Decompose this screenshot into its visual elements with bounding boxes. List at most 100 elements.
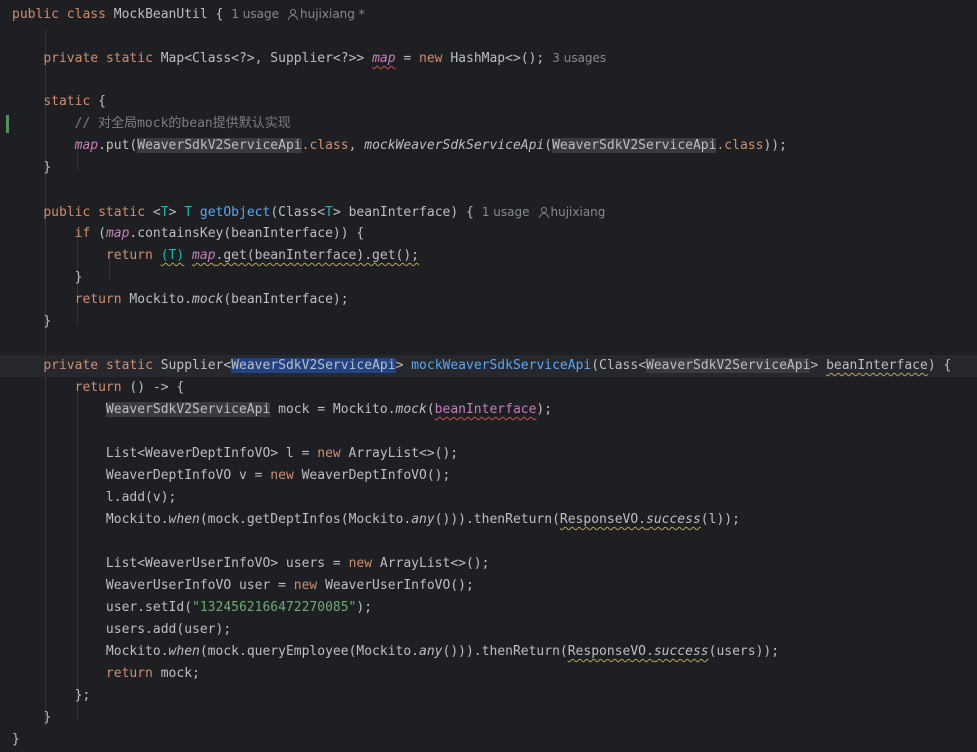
code-text: l.add(v); (105, 490, 177, 505)
code-text: ( (90, 226, 106, 241)
type-cast: (T) (160, 248, 185, 263)
selected-text[interactable]: WeaverSdkV2ServiceApi (231, 358, 396, 373)
author-name: hujixiang (550, 205, 606, 219)
keyword: static (105, 358, 153, 373)
code-line[interactable]: List<WeaverDeptInfoVO> l = new ArrayList… (12, 443, 458, 465)
code-text: WeaverUserInfoVO(); (317, 578, 474, 593)
code-line[interactable]: WeaverSdkV2ServiceApi mock = Mockito.moc… (12, 399, 552, 421)
code-line[interactable]: } (12, 157, 51, 179)
keyword: new (419, 51, 443, 66)
usages-hint[interactable]: 1 usage (482, 205, 530, 219)
class-ref: ResponseVO. (559, 512, 646, 527)
code-line[interactable]: } (12, 267, 83, 289)
code-line[interactable]: private static Map<Class<?>, Supplier<?>… (12, 47, 606, 69)
code-line[interactable]: } (12, 729, 20, 751)
code-text: ( (544, 138, 553, 153)
code-text: ArrayList<>(); (372, 556, 490, 571)
code-line[interactable]: return (T) map.get(beanInterface).get(); (12, 245, 419, 267)
person-icon (538, 207, 549, 218)
method-call: success (646, 512, 701, 527)
code-line[interactable]: Mockito.when(mock.getDeptInfos(Mockito.a… (12, 509, 740, 531)
highlighted-type: WeaverSdkV2ServiceApi (552, 138, 717, 153)
keyword: new (317, 446, 341, 461)
string-literal: "1324562166472270085" (192, 600, 357, 615)
code-text: List<WeaverUserInfoVO> users = (105, 556, 349, 571)
code-text: () -> { (121, 380, 185, 395)
vcs-change-marker[interactable] (6, 115, 9, 133)
code-line[interactable]: // 对全局mock的bean提供默认实现 (12, 113, 291, 135)
code-line[interactable]: List<WeaverUserInfoVO> users = new Array… (12, 553, 490, 575)
code-line[interactable]: public class MockBeanUtil {1 usage hujixi… (12, 3, 365, 25)
highlighted-type: WeaverSdkV2ServiceApi (105, 402, 271, 417)
code-text: )); (763, 138, 787, 153)
keyword: static (43, 94, 91, 109)
keyword: private (43, 51, 99, 66)
method-declaration: mockWeaverSdkServiceApi (411, 358, 592, 373)
code-editor[interactable]: public class MockBeanUtil {1 usage hujixi… (0, 0, 977, 752)
current-code-line[interactable]: private static Supplier<WeaverSdkV2Servi… (0, 355, 977, 377)
code-text: = (395, 51, 420, 66)
code-line[interactable]: return () -> { (12, 377, 185, 399)
author-hint[interactable]: hujixiang * (287, 7, 365, 21)
code-text: Mockito. (105, 512, 169, 527)
code-line[interactable]: public static <T> T getObject(Class<T> b… (12, 201, 605, 223)
keyword: new (348, 556, 373, 571)
code-text: ())).thenReturn( (434, 512, 560, 527)
method-call: any (411, 512, 435, 527)
code-line[interactable]: user.setId("1324562166472270085"); (12, 597, 372, 619)
code-line[interactable]: WeaverUserInfoVO user = new WeaverUserIn… (12, 575, 474, 597)
highlighted-type: WeaverSdkV2ServiceApi (646, 358, 811, 373)
keyword: public (12, 7, 59, 22)
code-text: ) { (927, 358, 952, 373)
code-text: (users)); (708, 644, 780, 659)
code-line[interactable]: map.put(WeaverSdkV2ServiceApi.class, moc… (12, 135, 787, 157)
code-text: .containsKey(beanInterface)) { (129, 226, 365, 241)
keyword: new (270, 468, 294, 483)
code-text: .get(beanInterface).get(); (215, 248, 420, 263)
code-text: , (348, 138, 365, 153)
usages-hint[interactable]: 1 usage (231, 7, 279, 21)
field-ref: map (105, 226, 130, 241)
keyword: static (105, 51, 153, 66)
author-name: hujixiang * (300, 7, 365, 21)
code-text: > beanInterface) { (332, 205, 474, 220)
author-hint[interactable]: hujixiang (538, 205, 606, 219)
code-text: user.setId( (105, 600, 193, 615)
keyword: .class (301, 138, 349, 153)
keyword: private (43, 358, 99, 373)
type-param: T (184, 205, 193, 220)
field-name: map (372, 51, 396, 66)
code-line[interactable]: l.add(v); (12, 487, 176, 509)
code-line[interactable]: if (map.containsKey(beanInterface)) { (12, 223, 365, 245)
parameter-ref: beanInterface (434, 402, 537, 417)
close-brace: } (43, 710, 52, 725)
code-line[interactable]: users.add(user); (12, 619, 231, 641)
code-line[interactable]: WeaverDeptInfoVO v = new WeaverDeptInfoV… (12, 465, 450, 487)
code-line[interactable]: return mock; (12, 663, 200, 685)
code-text: < (152, 205, 161, 220)
code-line[interactable]: return Mockito.mock(beanInterface); (12, 289, 349, 311)
field-ref: map (74, 138, 99, 153)
close-brace: } (43, 314, 52, 329)
code-line[interactable]: static { (12, 91, 106, 113)
code-text: Mockito. (121, 292, 193, 307)
class-name: MockBeanUtil (113, 7, 208, 22)
code-text: (mock.queryEmployee(Mockito. (199, 644, 420, 659)
keyword: static (98, 205, 146, 220)
method-call: when (168, 512, 200, 527)
code-text: WeaverUserInfoVO user = (105, 578, 294, 593)
field-ref: map (192, 248, 216, 263)
code-text: > (168, 205, 177, 220)
code-line[interactable]: }; (12, 685, 91, 707)
code-text: ); (356, 600, 373, 615)
code-text: { (207, 7, 224, 22)
code-text: ArrayList<>(); (340, 446, 459, 461)
code-line[interactable]: } (12, 707, 51, 729)
close-brace: } (12, 732, 20, 747)
usages-hint[interactable]: 3 usages (552, 51, 606, 65)
code-text: mock = Mockito. (270, 402, 396, 417)
code-line[interactable]: } (12, 311, 51, 333)
code-line[interactable]: Mockito.when(mock.queryEmployee(Mockito.… (12, 641, 779, 663)
highlighted-type: WeaverSdkV2ServiceApi (137, 138, 302, 153)
